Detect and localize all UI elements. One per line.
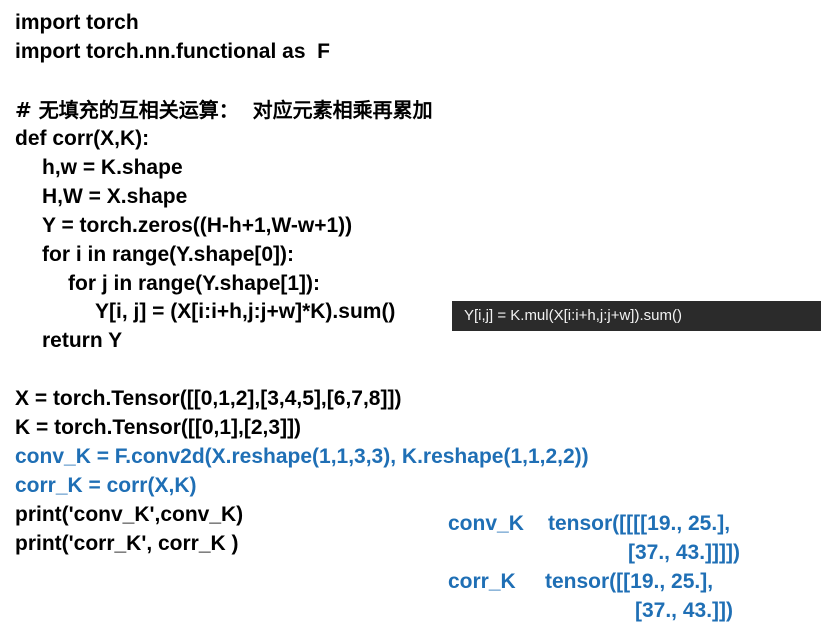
code-line-import-torch: import torch (15, 11, 139, 34)
output-conv-label: conv_K (448, 512, 524, 535)
output-conv-line1: tensor([[[[19., 25.], (548, 512, 731, 535)
code-line-X-def: X = torch.Tensor([[0,1,2],[3,4,5],[6,7,8… (15, 387, 402, 410)
code-line-Y-zeros: Y = torch.zeros((H-h+1,W-w+1)) (42, 214, 353, 237)
code-line-hw: h,w = K.shape (42, 156, 183, 179)
code-line-corr-K: corr_K = corr(X,K) (15, 474, 197, 497)
code-line-for-i: for i in range(Y.shape[0]): (42, 243, 295, 266)
output-corr-label: corr_K (448, 570, 516, 593)
code-line-print-conv: print('conv_K',conv_K) (15, 503, 244, 526)
code-line-conv-K: conv_K = F.conv2d(X.reshape(1,1,3,3), K.… (15, 445, 589, 468)
code-line-for-j: for j in range(Y.shape[1]): (68, 272, 321, 295)
code-line-assign: Y[i, j] = (X[i:i+h,j:j+w]*K).sum() (95, 300, 396, 323)
code-comment: # 无填充的互相关运算： 对应元素相乘再累加 (15, 98, 433, 122)
output-conv-line2: [37., 43.]]]]) (628, 541, 741, 564)
code-line-def-corr: def corr(X,K): (15, 127, 150, 150)
output-corr-line1: tensor([[19., 25.], (545, 570, 714, 593)
annotation-tooltip: Y[i,j] = K.mul(X[i:i+h,j:j+w]).sum() (452, 301, 821, 331)
code-line-print-corr: print('corr_K', corr_K ) (15, 532, 239, 555)
code-line-HW: H,W = X.shape (42, 185, 188, 208)
code-line-import-functional: import torch.nn.functional as F (15, 40, 330, 63)
code-line-K-def: K = torch.Tensor([[0,1],[2,3]]) (15, 416, 302, 439)
output-corr-line2: [37., 43.]]) (635, 599, 734, 622)
code-line-return: return Y (42, 329, 123, 352)
